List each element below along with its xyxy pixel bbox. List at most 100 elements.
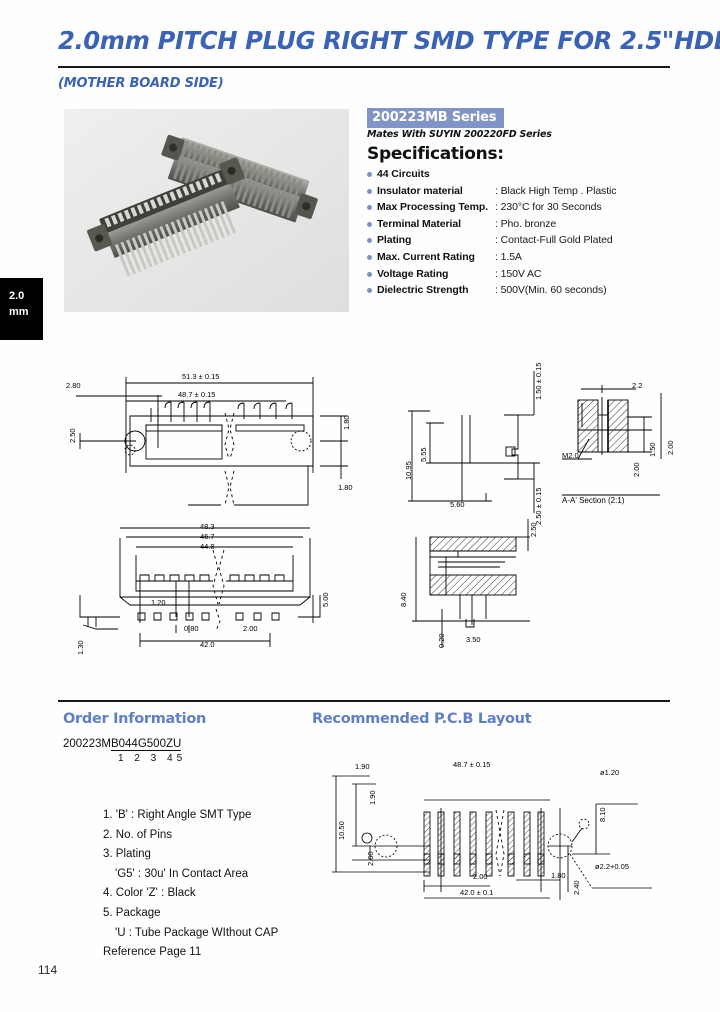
dim-side-thickness: 0.20 bbox=[437, 633, 446, 648]
dim-bottom-right-v: 5.00 bbox=[321, 592, 330, 607]
spec-row: Voltage Rating : 150V AC bbox=[367, 267, 677, 284]
bullet-icon bbox=[367, 221, 372, 227]
spec-value: : Contact-Full Gold Plated bbox=[495, 234, 613, 247]
order-information-heading: Order Information bbox=[63, 711, 207, 727]
spec-row: Dielectric Strength : 500V(Min. 60 secon… bbox=[367, 283, 677, 300]
part-number-key45: ZU bbox=[165, 738, 182, 751]
order-item-sub-package: 'U : Tube Package WIthout CAP bbox=[115, 926, 279, 939]
dim-pcb-pitch: 2.00 bbox=[473, 872, 488, 881]
dim-pcb-bottom-span: 42.0 ± 0.1 bbox=[460, 888, 494, 897]
dim-left-hole: 2.50 bbox=[68, 428, 77, 443]
part-number-key3: G500 bbox=[137, 738, 166, 751]
dim-right-top: 1.80 bbox=[342, 415, 351, 430]
dim-front-height-total: 10.95 bbox=[404, 461, 413, 480]
spec-label: Max. Current Rating bbox=[377, 250, 475, 263]
bullet-icon bbox=[367, 271, 372, 277]
page-subtitle: (MOTHER BOARD SIDE) bbox=[58, 76, 224, 91]
dim-pcb-left-top: 1.90 bbox=[355, 762, 370, 771]
spec-row: Max Processing Temp. : 230°C for 30 Seco… bbox=[367, 200, 677, 217]
dim-bottom-d2: 46.7 bbox=[200, 532, 215, 541]
dim-pcb-hole-diameter: ø1.20 bbox=[600, 768, 620, 777]
part-number: 200223MB044G500ZU bbox=[63, 738, 182, 751]
front-view-drawing bbox=[408, 371, 540, 513]
dim-side-right-v: 2.50 bbox=[529, 522, 538, 537]
spec-value: : 230°C for 30 Seconds bbox=[495, 201, 602, 214]
side-tab-pitch: 2.0 mm bbox=[0, 278, 43, 340]
page-title: 2.0mm PITCH PLUG RIGHT SMD TYPE FOR 2.5"… bbox=[58, 26, 720, 55]
top-view-drawing bbox=[76, 377, 348, 506]
datasheet-page: 2.0mm PITCH PLUG RIGHT SMD TYPE FOR 2.5"… bbox=[0, 0, 720, 1012]
part-number-key2: 044 bbox=[118, 738, 138, 751]
spec-row: Max. Current Rating : 1.5A bbox=[367, 250, 677, 267]
dim-section-outer: 2.00 bbox=[666, 440, 675, 455]
dim-bottom-d1: 48.3 bbox=[200, 522, 215, 531]
dim-pcb-right-pitch: 1.80 bbox=[551, 871, 566, 880]
dim-section-inner: 2.00 bbox=[632, 462, 641, 477]
series-badge: 200223MB Series bbox=[367, 108, 505, 128]
dim-front-height-inner: 5.55 bbox=[419, 447, 428, 462]
side-tab-line1: 2.0 bbox=[9, 290, 25, 302]
spec-label: Insulator material bbox=[377, 184, 463, 197]
spec-value: : 1.5A bbox=[495, 250, 522, 263]
bullet-icon bbox=[367, 205, 372, 211]
dim-bottom-pitch-c: 2.00 bbox=[243, 624, 258, 633]
dim-bottom-d3: 44.8 bbox=[200, 542, 215, 551]
spec-value: : Black High Temp . Plastic bbox=[495, 184, 617, 197]
section-aa-drawing bbox=[562, 385, 662, 496]
bullet-icon bbox=[367, 254, 372, 260]
dim-inner-length: 48.7 ± 0.15 bbox=[178, 390, 216, 399]
pcb-layout-drawing bbox=[332, 775, 652, 900]
engineering-drawings: 51.3 ± 0.15 48.7 ± 0.15 2.80 2.50 1.80 1… bbox=[0, 345, 720, 690]
dim-right-bottom: 1.80 bbox=[338, 483, 353, 492]
part-number-key-indices: 1 2 3 45 bbox=[118, 753, 187, 764]
bullet-icon bbox=[367, 238, 372, 244]
part-number-prefix: 200223M bbox=[63, 738, 111, 750]
page-number: 114 bbox=[38, 963, 58, 977]
title-divider bbox=[58, 66, 670, 68]
specifications-list: 44 Circuits Insulator material : Black H… bbox=[367, 167, 677, 300]
section-title: A-A' Section (2:1) bbox=[562, 496, 625, 505]
order-item-list: 1. 'B' : Right Angle SMT Type 2. No. of … bbox=[63, 806, 363, 963]
dim-pcb-left-mid: 1.90 bbox=[368, 790, 377, 805]
bullet-icon bbox=[367, 188, 372, 194]
dim-side-height: 8.40 bbox=[399, 592, 408, 607]
reference-page: Reference Page 11 bbox=[103, 946, 202, 959]
dim-bottom-pitch-a: 1.20 bbox=[151, 598, 166, 607]
dim-bottom-left-v: 1.30 bbox=[76, 640, 85, 655]
spec-value: : Pho. bronze bbox=[495, 217, 557, 230]
dim-left-edge: 2.80 bbox=[66, 381, 81, 390]
bullet-icon bbox=[367, 288, 372, 294]
dim-pcb-left-height: 10.50 bbox=[337, 821, 346, 840]
dim-front-top-tol: 1.50 ± 0.15 bbox=[534, 362, 543, 400]
side-tab-line2: mm bbox=[9, 306, 29, 318]
specifications-heading: Specifications: bbox=[367, 144, 504, 164]
dim-pcb-hole-height: 8.10 bbox=[598, 807, 607, 822]
spec-label: Terminal Material bbox=[377, 217, 461, 230]
part-number-key1: B bbox=[110, 738, 119, 751]
spec-label: Voltage Rating bbox=[377, 267, 449, 280]
spec-row: Insulator material : Black High Temp . P… bbox=[367, 184, 677, 201]
dim-pcb-top-span: 48.7 ± 0.15 bbox=[453, 760, 491, 769]
bullet-icon bbox=[367, 172, 372, 177]
dim-pcb-big-hole: ø2.2+0.05 bbox=[595, 862, 629, 871]
dim-overall-length: 51.3 ± 0.15 bbox=[182, 372, 220, 381]
bottom-view-drawing bbox=[79, 527, 321, 647]
spec-label: 44 Circuits bbox=[377, 168, 430, 180]
spec-value: : 150V AC bbox=[495, 267, 542, 280]
pcb-layout-heading: Recommended P.C.B Layout bbox=[312, 711, 532, 727]
spec-label: Max Processing Temp. bbox=[377, 201, 489, 214]
spec-value: : 500V(Min. 60 seconds) bbox=[495, 284, 607, 297]
dim-side-foot: 3.50 bbox=[466, 635, 481, 644]
dim-section-top: 2.2 bbox=[632, 381, 643, 390]
dim-section-thread: M2.0 bbox=[562, 451, 579, 460]
dim-bottom-span: 42.0 bbox=[200, 640, 215, 649]
dim-section-mid: 1.50 bbox=[648, 442, 657, 457]
dim-pcb-right-small: 2.40 bbox=[572, 880, 581, 895]
spec-row: Plating : Contact-Full Gold Plated bbox=[367, 233, 677, 250]
spec-label: Plating bbox=[377, 234, 412, 247]
mates-with-text: Mates With SUYIN 200220FD Series bbox=[367, 129, 552, 140]
product-photo bbox=[64, 109, 349, 312]
dim-bottom-pitch-b: 0.80 bbox=[184, 624, 199, 633]
spec-row: 44 Circuits bbox=[367, 167, 677, 184]
dim-pcb-left-small: 2.60 bbox=[366, 851, 375, 866]
